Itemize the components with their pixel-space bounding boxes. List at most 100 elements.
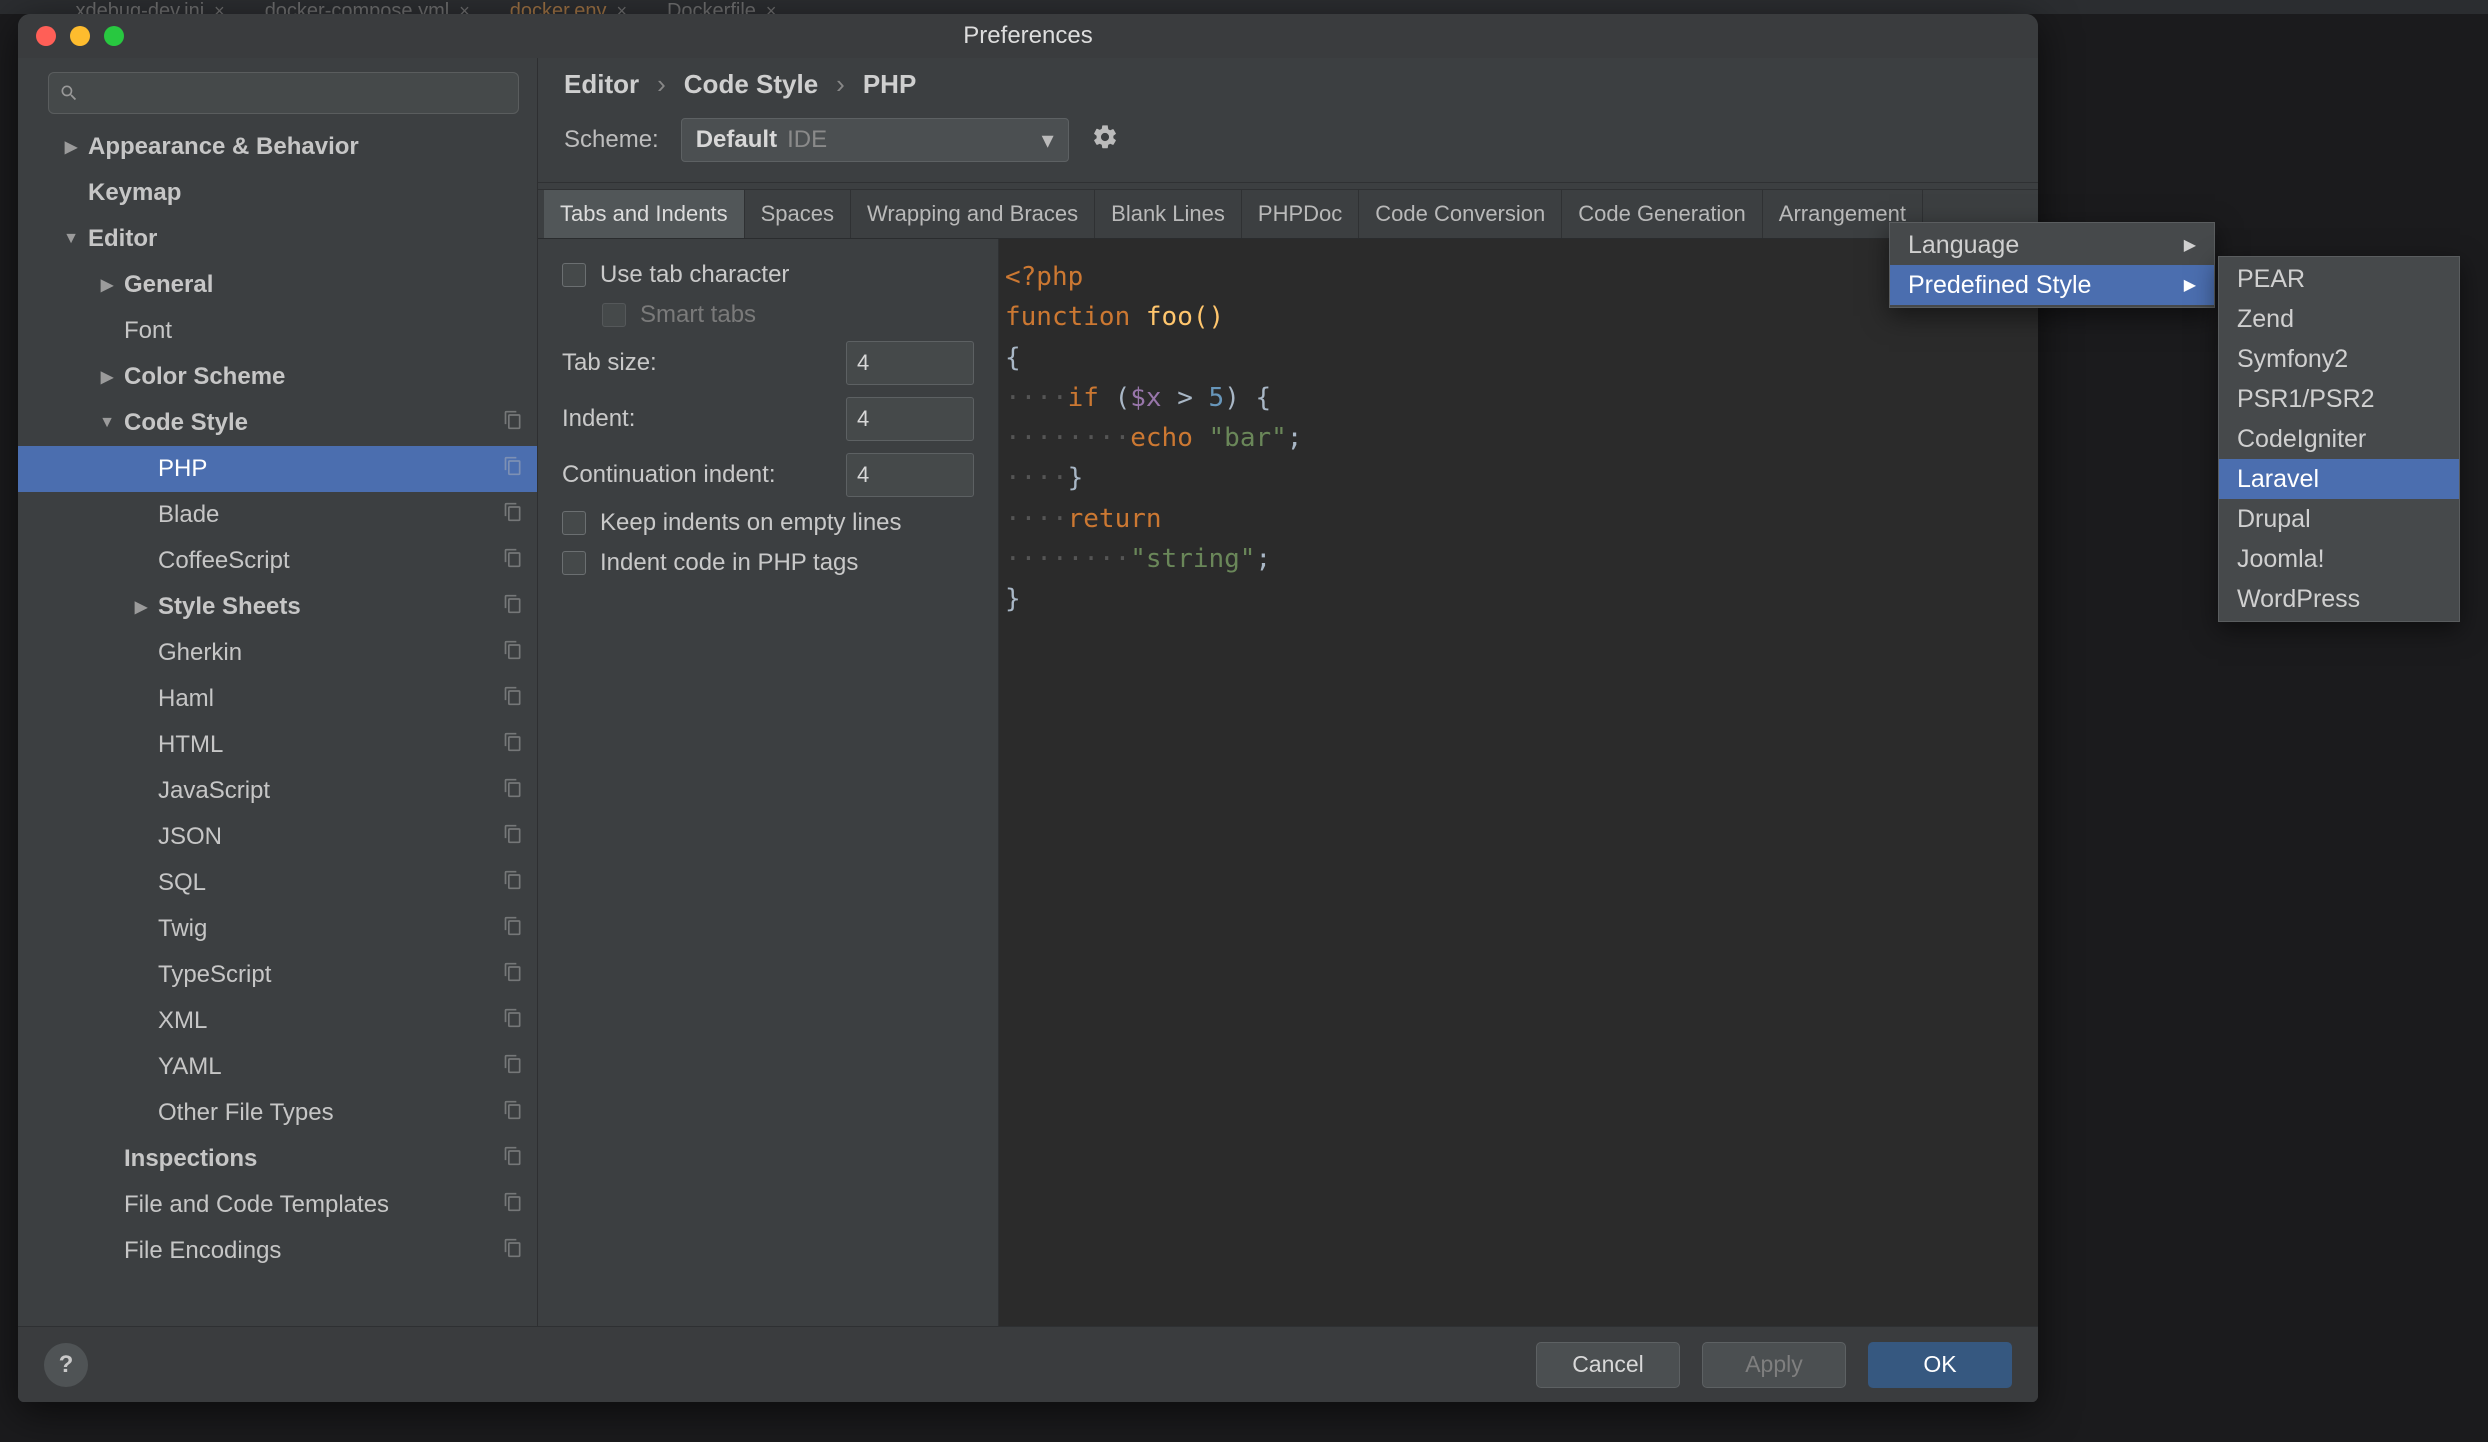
keep-indents-checkbox[interactable]: Keep indents on empty lines [562,509,974,537]
sidebar-item-typescript[interactable]: TypeScript [18,952,537,998]
crumb[interactable]: Code Style [684,69,818,100]
use-tab-character-checkbox[interactable]: Use tab character [562,261,974,289]
sidebar-item-label: TypeScript [158,961,271,989]
sidebar-item-label: Color Scheme [124,363,285,391]
sidebar-item-file-encodings[interactable]: File Encodings [18,1228,537,1274]
tab-tabs-and-indents[interactable]: Tabs and Indents [544,190,745,238]
sidebar-item-yaml[interactable]: YAML [18,1044,537,1090]
sidebar-item-sql[interactable]: SQL [18,860,537,906]
help-button[interactable]: ? [44,1343,88,1387]
sidebar-item-color-scheme[interactable]: Color Scheme [18,354,537,400]
menu-item-psr1-psr2[interactable]: PSR1/PSR2 [2219,379,2459,419]
copy-icon [503,685,523,713]
menu-item-codeigniter[interactable]: CodeIgniter [2219,419,2459,459]
tab-wrapping-and-braces[interactable]: Wrapping and Braces [851,190,1095,238]
menu-item-joomla-[interactable]: Joomla! [2219,539,2459,579]
sidebar-item-label: Font [124,317,172,345]
sidebar-item-label: Gherkin [158,639,242,667]
indent-php-tags-checkbox[interactable]: Indent code in PHP tags [562,549,974,577]
checkbox-icon [562,263,586,287]
sidebar-item-haml[interactable]: Haml [18,676,537,722]
menu-item-predefined-style[interactable]: Predefined Style▶ [1890,265,2214,305]
menu-item-symfony2[interactable]: Symfony2 [2219,339,2459,379]
close-window-icon[interactable] [36,26,56,46]
zoom-window-icon[interactable] [104,26,124,46]
continuation-indent-label: Continuation indent: [562,461,776,489]
copy-icon [503,777,523,805]
sidebar-item-label: General [124,271,213,299]
sidebar-item-javascript[interactable]: JavaScript [18,768,537,814]
scheme-select[interactable]: Default IDE [681,118,1069,162]
divider [538,182,2038,183]
chevron-right-icon: ▶ [2184,235,2196,255]
smart-tabs-checkbox: Smart tabs [562,301,974,329]
sidebar-item-label: File and Code Templates [124,1191,389,1219]
set-from-menu[interactable]: Language▶Predefined Style▶ [1889,222,2215,308]
sidebar-item-label: HTML [158,731,223,759]
tab-code-generation[interactable]: Code Generation [1562,190,1763,238]
sidebar-item-general[interactable]: General [18,262,537,308]
window-title: Preferences [963,22,1092,50]
sidebar-item-label: Twig [158,915,207,943]
ok-button[interactable]: OK [1868,1342,2012,1388]
sidebar-item-style-sheets[interactable]: Style Sheets [18,584,537,630]
sidebar-item-label: CoffeeScript [158,547,290,575]
sidebar-item-gherkin[interactable]: Gherkin [18,630,537,676]
cancel-button[interactable]: Cancel [1536,1342,1680,1388]
tab-size-input[interactable] [846,341,974,385]
sidebar-item-label: File Encodings [124,1237,281,1265]
copy-icon [503,961,523,989]
menu-item-zend[interactable]: Zend [2219,299,2459,339]
sidebar-item-label: SQL [158,869,206,897]
copy-icon [503,1099,523,1127]
settings-tree[interactable]: Appearance & Behavior Keymap Editor General… [18,124,537,1326]
search-input[interactable] [48,72,519,114]
menu-item-pear[interactable]: PEAR [2219,259,2459,299]
sidebar-item-label: Inspections [124,1145,257,1173]
minimize-window-icon[interactable] [70,26,90,46]
tab-phpdoc[interactable]: PHPDoc [1242,190,1359,238]
sidebar-item-html[interactable]: HTML [18,722,537,768]
sidebar-item-font[interactable]: Font [18,308,537,354]
menu-item-wordpress[interactable]: WordPress [2219,579,2459,619]
sidebar-item-coffeescript[interactable]: CoffeeScript [18,538,537,584]
predefined-style-menu[interactable]: PEARZendSymfony2PSR1/PSR2CodeIgniterLara… [2218,256,2460,622]
crumb[interactable]: Editor [564,69,639,100]
tab-blank-lines[interactable]: Blank Lines [1095,190,1242,238]
crumb: PHP [863,69,916,100]
sidebar-item-label: Keymap [88,179,181,207]
sidebar-item-code-style[interactable]: Code Style [18,400,537,446]
gear-icon[interactable] [1091,123,1119,157]
tab-code-conversion[interactable]: Code Conversion [1359,190,1562,238]
sidebar-item-file-and-code-templates[interactable]: File and Code Templates [18,1182,537,1228]
sidebar-item-editor[interactable]: Editor [18,216,537,262]
sidebar-item-twig[interactable]: Twig [18,906,537,952]
continuation-indent-input[interactable] [846,453,974,497]
sidebar-item-php[interactable]: PHP [18,446,537,492]
sidebar-item-appearance-behavior[interactable]: Appearance & Behavior [18,124,537,170]
checkbox-icon [562,511,586,535]
checkbox-icon [602,303,626,327]
tab-spaces[interactable]: Spaces [745,190,851,238]
sidebar-item-keymap[interactable]: Keymap [18,170,537,216]
indent-input[interactable] [846,397,974,441]
scheme-label: Scheme: [564,126,659,154]
preferences-window: Preferences Appearance & Behavior Keymap E… [18,14,2038,1402]
chevron-down-icon [60,230,82,248]
sidebar-item-json[interactable]: JSON [18,814,537,860]
chevron-right-icon [130,597,152,617]
sidebar-item-blade[interactable]: Blade [18,492,537,538]
chevron-right-icon: ▶ [2184,275,2196,295]
sidebar-item-xml[interactable]: XML [18,998,537,1044]
sidebar-item-inspections[interactable]: Inspections [18,1136,537,1182]
menu-item-drupal[interactable]: Drupal [2219,499,2459,539]
sidebar-item-label: Editor [88,225,157,253]
apply-button[interactable]: Apply [1702,1342,1846,1388]
chevron-right-icon [96,367,118,387]
menu-item-laravel[interactable]: Laravel [2219,459,2459,499]
menu-item-language[interactable]: Language▶ [1890,225,2214,265]
sidebar-item-label: Haml [158,685,214,713]
sidebar-item-label: Other File Types [158,1099,334,1127]
sidebar-item-other-file-types[interactable]: Other File Types [18,1090,537,1136]
copy-icon [503,731,523,759]
